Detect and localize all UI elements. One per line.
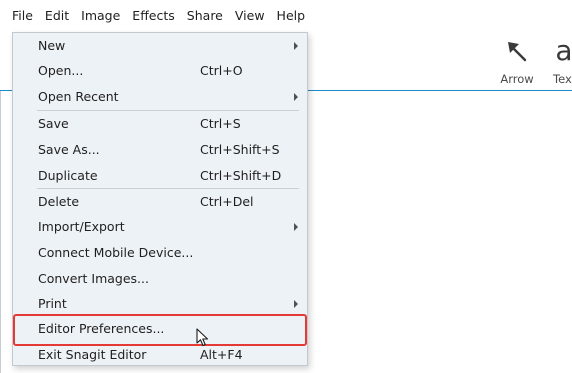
submenu-arrow-icon xyxy=(294,42,298,50)
menu-image[interactable]: Image xyxy=(75,5,126,27)
menu-view[interactable]: View xyxy=(229,5,271,27)
submenu-arrow-icon xyxy=(294,300,298,308)
snagit-editor-window: File Edit Image Effects Share View Help … xyxy=(0,0,572,373)
menu-item-connect-mobile-device[interactable]: Connect Mobile Device... xyxy=(14,240,306,265)
submenu-arrow-icon xyxy=(294,223,298,231)
menu-effects[interactable]: Effects xyxy=(126,5,181,27)
menu-share[interactable]: Share xyxy=(181,5,229,27)
menu-help[interactable]: Help xyxy=(271,5,312,27)
editor-preferences-highlight xyxy=(13,314,307,346)
menu-item-open-recent[interactable]: Open Recent xyxy=(14,84,306,109)
menu-item-import-export[interactable]: Import/Export xyxy=(14,214,306,239)
menu-bar: File Edit Image Effects Share View Help xyxy=(0,0,572,32)
menu-edit[interactable]: Edit xyxy=(39,5,75,27)
text-icon: a xyxy=(555,34,572,67)
menu-item-convert-images[interactable]: Convert Images... xyxy=(14,266,306,291)
submenu-arrow-icon xyxy=(294,93,298,101)
tool-text-label: Text xyxy=(553,72,572,86)
mouse-cursor-icon xyxy=(196,328,210,348)
menu-item-print[interactable]: Print xyxy=(14,291,306,316)
menu-item-save-as[interactable]: Save As... Ctrl+Shift+S xyxy=(14,137,306,162)
tool-arrow[interactable]: Arrow xyxy=(492,32,542,90)
tool-arrow-label: Arrow xyxy=(500,72,534,86)
menu-item-open[interactable]: Open... Ctrl+O xyxy=(14,58,306,83)
menu-file[interactable]: File xyxy=(6,5,39,27)
tool-text[interactable]: a Text xyxy=(542,32,572,90)
menu-item-duplicate[interactable]: Duplicate Ctrl+Shift+D xyxy=(14,163,306,188)
menu-item-new[interactable]: New xyxy=(14,33,306,58)
menu-item-save[interactable]: Save Ctrl+S xyxy=(14,111,306,136)
menu-item-delete[interactable]: Delete Ctrl+Del xyxy=(14,189,306,214)
arrow-icon xyxy=(492,36,542,66)
